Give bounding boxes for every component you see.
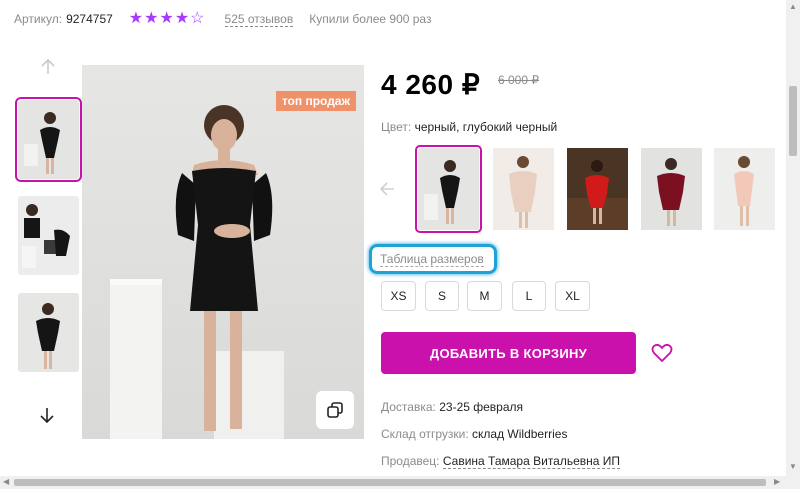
article-label: Артикул:	[14, 12, 63, 26]
reviews-link[interactable]: 525 отзывов	[224, 12, 294, 27]
scroll-right-icon[interactable]: ▶	[774, 477, 780, 486]
star-icon: ★	[128, 10, 144, 27]
delivery-info: Доставка: 23-25 февраля	[381, 400, 523, 414]
size-option-s[interactable]: S	[425, 281, 459, 311]
seller-info: Продавец: Савина Тамара Витальевна ИП	[381, 454, 621, 469]
horizontal-scroll-thumb[interactable]	[14, 479, 766, 486]
seller-label: Продавец:	[381, 454, 440, 468]
add-to-cart-button[interactable]: ДОБАВИТЬ В КОРЗИНУ	[381, 332, 636, 374]
star-outline-icon: ☆	[190, 10, 205, 27]
rating-stars: ★ ★ ★ ★ ☆	[129, 11, 205, 27]
heart-icon[interactable]	[651, 343, 673, 363]
warehouse-info: Склад отгрузки: склад Wildberries	[381, 427, 567, 441]
vertical-scroll-thumb[interactable]	[789, 86, 797, 156]
main-product-image[interactable]: топ продаж	[82, 65, 364, 439]
delivery-value: 23-25 февраля	[439, 400, 524, 414]
warehouse-value: склад Wildberries	[472, 427, 568, 441]
article-value: 9274757	[66, 12, 113, 26]
color-info: Цвет: черный, глубокий черный	[381, 120, 557, 134]
scroll-down-icon[interactable]: ▼	[789, 462, 797, 471]
color-option[interactable]	[567, 148, 628, 230]
copy-zoom-icon	[327, 402, 343, 418]
horizontal-scrollbar[interactable]: ◀ ▶	[0, 476, 786, 489]
star-icon: ★	[174, 10, 190, 27]
arrow-up-icon[interactable]	[38, 58, 58, 82]
size-option-l[interactable]: L	[512, 281, 546, 311]
product-meta-bar: Артикул: 9274757 ★ ★ ★ ★ ☆ 525 отзывов К…	[14, 10, 431, 28]
size-option-xs[interactable]: XS	[381, 281, 416, 311]
size-table-link[interactable]: Таблица размеров	[380, 252, 484, 267]
vertical-scrollbar[interactable]: ▲ ▼	[786, 0, 800, 476]
color-value: черный, глубокий черный	[414, 120, 558, 134]
color-option[interactable]	[714, 148, 775, 230]
seller-link[interactable]: Савина Тамара Витальевна ИП	[442, 454, 621, 469]
arrow-left-icon[interactable]	[379, 180, 395, 201]
size-option-xl[interactable]: XL	[555, 281, 590, 311]
delivery-label: Доставка:	[381, 400, 436, 414]
star-icon: ★	[144, 10, 159, 27]
scrollbar-corner	[786, 476, 800, 489]
top-seller-badge: топ продаж	[275, 91, 356, 111]
old-price: 6 000 ₽	[498, 73, 539, 87]
zoom-button[interactable]	[316, 391, 354, 429]
color-option[interactable]	[415, 145, 482, 233]
product-page: Артикул: 9274757 ★ ★ ★ ★ ☆ 525 отзывов К…	[0, 0, 786, 476]
arrow-down-icon[interactable]	[37, 406, 57, 430]
gallery-thumbnail[interactable]	[18, 196, 79, 275]
size-option-m[interactable]: M	[467, 281, 502, 311]
color-option[interactable]	[641, 148, 702, 230]
star-icon: ★	[159, 10, 174, 27]
scroll-up-icon[interactable]: ▲	[789, 2, 797, 11]
color-option[interactable]	[493, 148, 554, 230]
purchase-count: Купили более 900 раз	[309, 12, 432, 26]
gallery-thumbnail[interactable]	[15, 97, 82, 182]
gallery-thumbnail[interactable]	[18, 293, 79, 372]
scroll-left-icon[interactable]: ◀	[3, 477, 9, 486]
current-price: 4 260 ₽	[381, 69, 481, 100]
color-label: Цвет:	[381, 120, 412, 134]
warehouse-label: Склад отгрузки:	[381, 427, 469, 441]
